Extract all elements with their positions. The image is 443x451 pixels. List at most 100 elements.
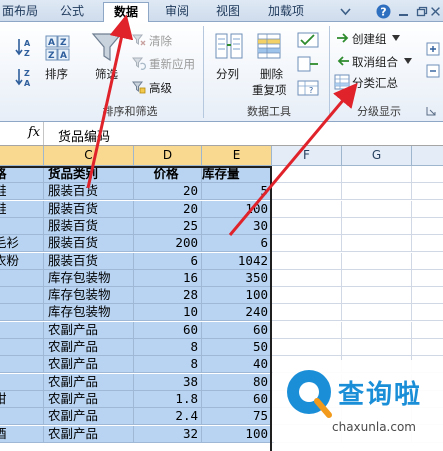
clear-button[interactable]: 清除 bbox=[149, 33, 172, 49]
cell-g-row-10[interactable] bbox=[342, 339, 412, 356]
tab-view[interactable]: 视图 bbox=[208, 2, 248, 22]
tab-page-layout[interactable]: 面布局 bbox=[0, 2, 40, 22]
cell-e-row-3[interactable]: 30 bbox=[202, 217, 272, 235]
cell-d-row-12[interactable]: 38 bbox=[134, 373, 202, 391]
cell-b-row-9[interactable] bbox=[0, 321, 44, 339]
cell-b-row-12[interactable] bbox=[0, 373, 44, 391]
subtotal-button[interactable]: 分类汇总 bbox=[352, 75, 398, 91]
remove-duplicates-button-line2[interactable]: 重复项 bbox=[252, 82, 287, 98]
cell-c-row-9[interactable]: 农副产品 bbox=[44, 321, 134, 339]
cell-d-row-5[interactable]: 6 bbox=[134, 252, 202, 270]
minimize-ribbon-icon[interactable] bbox=[338, 4, 353, 19]
cell-h-row-6[interactable] bbox=[412, 270, 443, 287]
insert-function-icon[interactable]: fx bbox=[28, 125, 40, 140]
cell-h-row-8[interactable] bbox=[412, 304, 443, 322]
sort-button[interactable]: 排序 bbox=[45, 66, 68, 82]
cell-e-row-4[interactable]: 6 bbox=[202, 235, 272, 253]
cell-g-row-3[interactable] bbox=[342, 217, 412, 235]
cell-b-row-10[interactable] bbox=[0, 339, 44, 356]
text-to-columns-icon[interactable] bbox=[214, 30, 244, 62]
cell-h-row-3[interactable] bbox=[412, 218, 443, 235]
cell-e-row-0[interactable]: 库存量 bbox=[202, 166, 272, 183]
column-header-g[interactable]: G bbox=[342, 146, 412, 166]
create-group-button[interactable]: 创建组 bbox=[352, 31, 387, 47]
tab-review[interactable]: 审阅 bbox=[157, 2, 197, 22]
dropdown-arrow-icon[interactable] bbox=[392, 35, 400, 41]
cell-b-row-4[interactable]: 毛衫 bbox=[0, 235, 44, 253]
cell-b-row-13[interactable]: 柑 bbox=[0, 390, 44, 408]
cell-b-row-8[interactable] bbox=[0, 304, 44, 322]
cell-c-row-11[interactable]: 农副产品 bbox=[44, 356, 134, 374]
cell-e-row-11[interactable]: 40 bbox=[202, 356, 272, 374]
window-restore-icon[interactable] bbox=[414, 4, 429, 19]
cell-c-row-4[interactable]: 服装百货 bbox=[44, 235, 134, 253]
filter-funnel-icon[interactable] bbox=[90, 30, 124, 64]
cell-h-row-2[interactable] bbox=[412, 201, 443, 218]
cell-c-row-1[interactable]: 服装百货 bbox=[44, 183, 134, 201]
cell-d-row-14[interactable]: 2.4 bbox=[134, 408, 202, 426]
cell-d-row-15[interactable]: 32 bbox=[134, 425, 202, 443]
sort-icon[interactable]: A Z Z A bbox=[44, 34, 72, 64]
cell-g-row-2[interactable] bbox=[342, 200, 412, 218]
window-close-icon[interactable] bbox=[429, 4, 442, 19]
cell-b-row-1[interactable]: 鞋 bbox=[0, 183, 44, 201]
cell-f-row-5[interactable] bbox=[272, 252, 342, 270]
column-header-c[interactable]: C bbox=[44, 146, 134, 166]
column-header-e[interactable]: E bbox=[202, 146, 272, 166]
cell-h-row-10[interactable] bbox=[412, 339, 443, 356]
cell-g-row-0[interactable] bbox=[342, 166, 412, 183]
cell-f-row-7[interactable] bbox=[272, 287, 342, 305]
cell-g-row-6[interactable] bbox=[342, 269, 412, 287]
cell-c-row-10[interactable]: 农副产品 bbox=[44, 339, 134, 356]
cell-c-row-5[interactable]: 服装百货 bbox=[44, 252, 134, 270]
cell-f-row-3[interactable] bbox=[272, 217, 342, 235]
cell-e-row-7[interactable]: 100 bbox=[202, 287, 272, 305]
cell-f-row-1[interactable] bbox=[272, 183, 342, 201]
cell-b-row-6[interactable] bbox=[0, 269, 44, 287]
cell-d-row-13[interactable]: 1.8 bbox=[134, 390, 202, 408]
cell-b-row-14[interactable] bbox=[0, 408, 44, 426]
cell-e-row-5[interactable]: 1042 bbox=[202, 252, 272, 270]
cell-g-row-1[interactable] bbox=[342, 183, 412, 201]
cell-b-row-3[interactable] bbox=[0, 217, 44, 235]
cell-c-row-12[interactable]: 农副产品 bbox=[44, 373, 134, 391]
remove-duplicates-button-line1[interactable]: 删除 bbox=[260, 66, 283, 82]
cell-d-row-3[interactable]: 25 bbox=[134, 217, 202, 235]
cell-c-row-13[interactable]: 农副产品 bbox=[44, 390, 134, 408]
cell-h-row-4[interactable] bbox=[412, 235, 443, 253]
consolidate-icon[interactable] bbox=[297, 56, 319, 72]
cell-c-row-0[interactable]: 货品类别 bbox=[44, 166, 134, 183]
cell-d-row-9[interactable]: 60 bbox=[134, 321, 202, 339]
filter-button[interactable]: 筛选 bbox=[95, 66, 118, 82]
tab-data[interactable]: 数据 bbox=[103, 2, 149, 22]
cell-f-row-0[interactable] bbox=[272, 166, 342, 183]
cell-h-row-5[interactable] bbox=[412, 253, 443, 270]
cell-e-row-9[interactable]: 60 bbox=[202, 321, 272, 339]
cell-e-row-10[interactable]: 50 bbox=[202, 339, 272, 356]
advanced-button[interactable]: 高级 bbox=[149, 80, 172, 96]
cell-e-row-13[interactable]: 60 bbox=[202, 390, 272, 408]
cell-c-row-7[interactable]: 库存包装物 bbox=[44, 287, 134, 305]
cell-b-row-15[interactable]: 酒 bbox=[0, 425, 44, 443]
cell-f-row-4[interactable] bbox=[272, 235, 342, 253]
reapply-button[interactable]: 重新应用 bbox=[149, 56, 195, 72]
cell-b-row-2[interactable]: 鞋 bbox=[0, 200, 44, 218]
cell-f-row-9[interactable] bbox=[272, 321, 342, 339]
text-to-columns-button[interactable]: 分列 bbox=[216, 66, 239, 82]
cell-c-row-8[interactable]: 库存包装物 bbox=[44, 304, 134, 322]
tab-formulas[interactable]: 公式 bbox=[52, 2, 92, 22]
cell-e-row-15[interactable]: 100 bbox=[202, 425, 272, 443]
sort-ascending-icon[interactable]: A Z bbox=[14, 36, 36, 58]
cell-g-row-4[interactable] bbox=[342, 235, 412, 253]
cell-c-row-14[interactable]: 农副产品 bbox=[44, 408, 134, 426]
cell-h-row-0[interactable] bbox=[412, 166, 443, 183]
cell-e-row-1[interactable]: 5 bbox=[202, 183, 272, 201]
dropdown-arrow-icon[interactable] bbox=[404, 58, 412, 64]
cell-c-row-3[interactable]: 服装百货 bbox=[44, 217, 134, 235]
cell-g-row-8[interactable] bbox=[342, 304, 412, 322]
cell-e-row-2[interactable]: 100 bbox=[202, 200, 272, 218]
cell-e-row-14[interactable]: 75 bbox=[202, 408, 272, 426]
cell-h-row-9[interactable] bbox=[412, 322, 443, 339]
dialog-launcher-icon[interactable] bbox=[426, 106, 436, 116]
formula-input[interactable]: 货品编码 bbox=[58, 126, 110, 145]
